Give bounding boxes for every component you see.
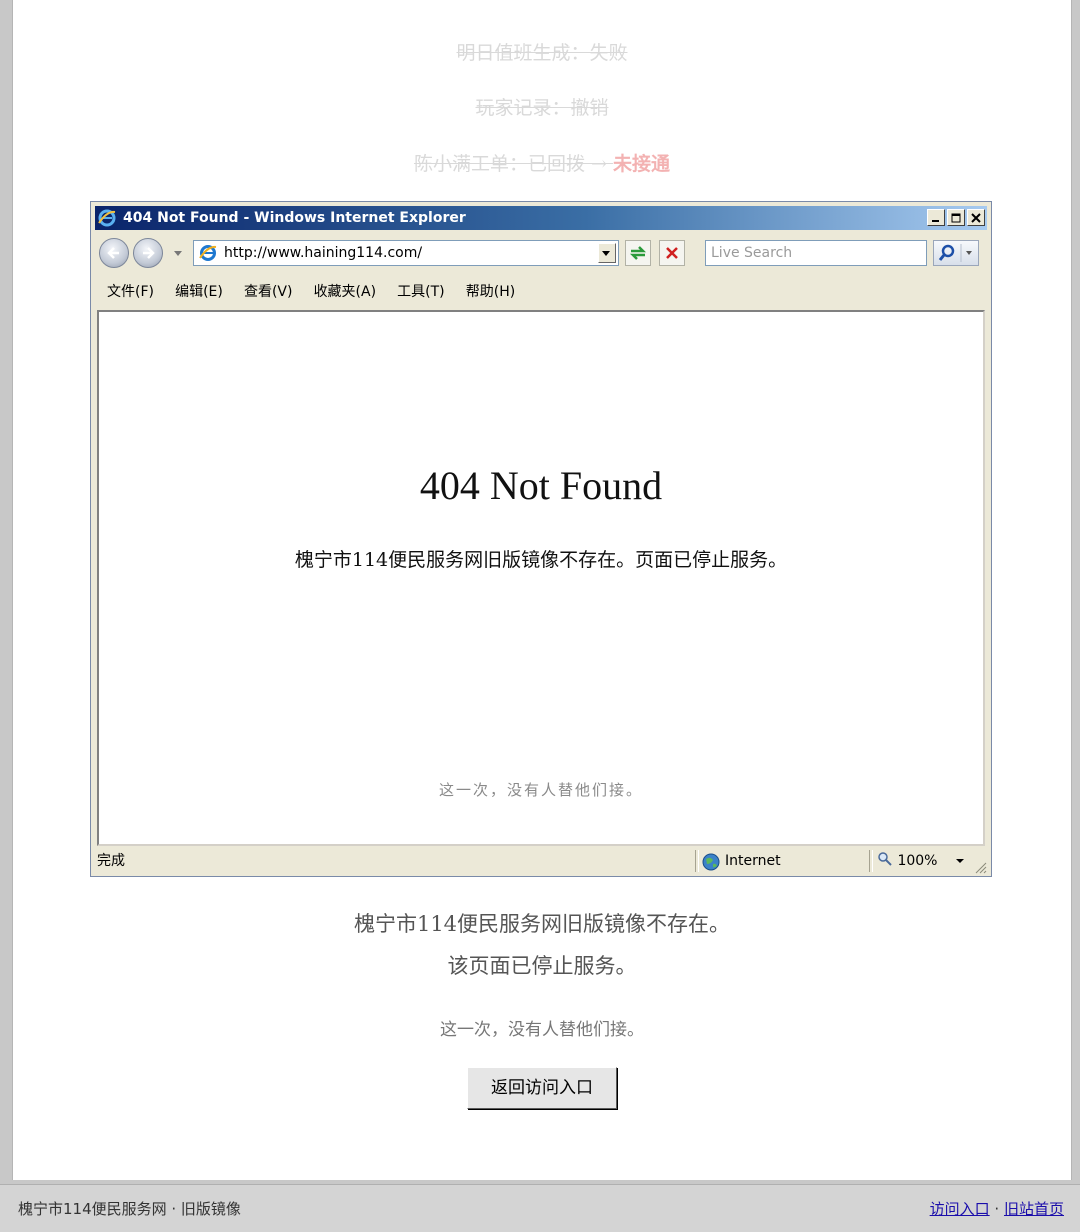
menu-edit[interactable]: 编辑(E) <box>175 278 223 306</box>
search-button[interactable] <box>933 240 979 266</box>
menu-tools[interactable]: 工具(T) <box>397 278 444 306</box>
zoom-dropdown-icon[interactable] <box>955 848 965 874</box>
address-dropdown-button[interactable] <box>598 243 616 263</box>
dropdown-arrow-icon <box>602 251 610 256</box>
notice-line-1: 槐宁市114便民服务网旧版镜像不存在。 <box>353 912 731 936</box>
search-icon <box>938 244 972 262</box>
forward-arrow-icon <box>143 247 155 259</box>
minimize-button[interactable] <box>927 209 945 226</box>
search-input[interactable]: Live Search <box>705 240 927 266</box>
page-footer: 槐宁市114便民服务网 · 旧版镜像 访问入口 · 旧站首页 <box>0 1184 1080 1232</box>
error-description: 槐宁市114便民服务网旧版镜像不存在。页面已停止服务。 <box>294 549 788 571</box>
page-content: 404 Not Found 槐宁市114便民服务网旧版镜像不存在。页面已停止服务… <box>97 310 985 846</box>
back-arrow-icon <box>107 247 119 259</box>
browser-titlebar[interactable]: 404 Not Found - Windows Internet Explore… <box>95 206 987 230</box>
zone-label: Internet <box>725 853 781 869</box>
error-heading: 404 Not Found <box>419 463 663 508</box>
ie-page-icon <box>199 245 217 261</box>
notice-line-3: 这一次，没有人替他们接。 <box>440 1020 644 1040</box>
maximize-button[interactable] <box>947 209 965 226</box>
history-dropdown-icon[interactable] <box>173 248 183 258</box>
background-line-2: 玩家记录：撤销 <box>13 93 1071 120</box>
refresh-icon <box>629 246 647 260</box>
status-separator <box>869 850 873 872</box>
zoom-icon <box>878 852 892 866</box>
footer-links: 访问入口 · 旧站首页 <box>930 1198 1064 1219</box>
address-toolbar: http://www.haining114.com/ Live Search <box>95 234 987 274</box>
stop-button[interactable] <box>659 240 685 266</box>
close-button[interactable] <box>967 209 985 226</box>
address-bar[interactable]: http://www.haining114.com/ <box>193 240 619 266</box>
background-line-2-text: 玩家记录：撤销 <box>475 97 609 119</box>
resize-grip-icon[interactable] <box>971 858 987 874</box>
background-line-3-accent: 未接通 <box>612 153 670 175</box>
menu-bar: 文件(F) 编辑(E) 查看(V) 收藏夹(A) 工具(T) 帮助(H) <box>95 278 987 306</box>
error-footnote: 这一次，没有人替他们接。 <box>438 781 643 799</box>
ie-logo-icon <box>98 209 116 227</box>
status-bar: 完成 Internet 100% <box>95 848 987 874</box>
close-icon <box>971 213 981 223</box>
background-line-3-text: 陈小满工单：已回拨 → <box>413 153 613 175</box>
status-text: 完成 <box>97 853 125 869</box>
globe-icon <box>702 853 720 871</box>
notice-line-2: 该页面已停止服务。 <box>447 954 637 978</box>
background-line-3: 陈小满工单：已回拨 → 未接通 <box>13 149 1071 176</box>
window-controls <box>925 209 985 227</box>
back-button[interactable] <box>99 238 129 268</box>
footer-separator: · <box>994 1200 1000 1218</box>
menu-help[interactable]: 帮助(H) <box>466 278 515 306</box>
stop-icon <box>666 247 678 259</box>
maximize-icon <box>951 213 961 223</box>
back-to-entry-button[interactable]: 返回访问入口 <box>467 1067 617 1109</box>
background-line-1-text: 明日值班生成：失败 <box>456 42 628 64</box>
background-line-1: 明日值班生成：失败 <box>13 38 1071 65</box>
footer-link-home[interactable]: 旧站首页 <box>1004 1200 1064 1218</box>
minimize-icon <box>932 220 939 222</box>
forward-button[interactable] <box>133 238 163 268</box>
zoom-level: 100% <box>897 853 938 869</box>
browser-title: 404 Not Found - Windows Internet Explore… <box>123 210 466 226</box>
status-separator <box>695 850 699 872</box>
menu-view[interactable]: 查看(V) <box>244 278 293 306</box>
refresh-button[interactable] <box>625 240 651 266</box>
address-url: http://www.haining114.com/ <box>224 245 423 261</box>
footer-site-name: 槐宁市114便民服务网 · 旧版镜像 <box>18 1200 241 1218</box>
menu-favorites[interactable]: 收藏夹(A) <box>314 278 377 306</box>
browser-window: 404 Not Found - Windows Internet Explore… <box>90 201 992 877</box>
footer-link-entry[interactable]: 访问入口 <box>930 1200 990 1218</box>
zoom-control[interactable]: 100% <box>877 848 964 874</box>
menu-file[interactable]: 文件(F) <box>107 278 154 306</box>
